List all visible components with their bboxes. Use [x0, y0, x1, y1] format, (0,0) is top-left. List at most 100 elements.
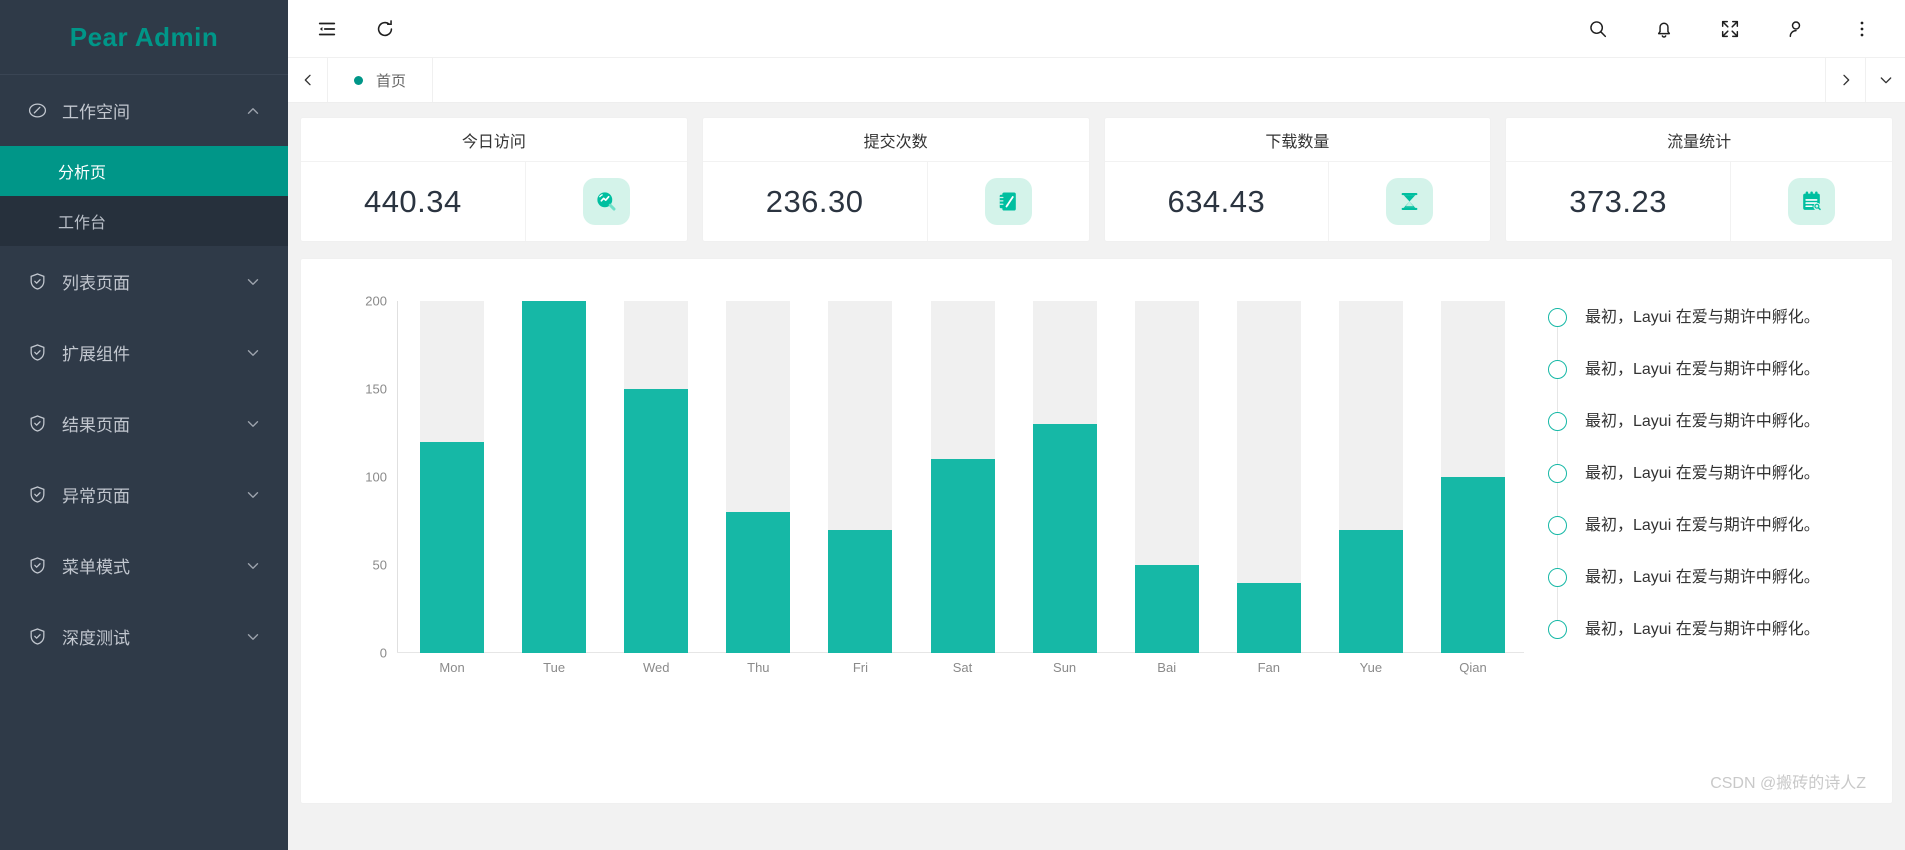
- sidebar-item-label: 列表页面: [62, 274, 130, 293]
- timeline-axis-line: [1557, 533, 1558, 571]
- sidebar-item-workspace[interactable]: 工作空间: [0, 75, 288, 146]
- y-axis: 200 150 100 50 0: [351, 294, 397, 661]
- bar-chart: 200 150 100 50 0 Mon Tue Wed Thu Fri Sat Sun Ba…: [301, 259, 1532, 803]
- x-axis-label: Fri: [852, 660, 868, 675]
- sidebar-item-menu-modes[interactable]: 菜单模式: [0, 530, 288, 601]
- bar-value: [726, 512, 791, 653]
- stat-card-icon-area: [1328, 162, 1490, 241]
- tab-home[interactable]: 首页: [328, 58, 434, 102]
- bar-group[interactable]: [503, 301, 605, 653]
- bar-group[interactable]: [1116, 301, 1218, 653]
- sidebar-item-label: 工作空间: [62, 103, 130, 122]
- stat-card-value: 634.43: [1167, 183, 1266, 219]
- timeline-dot-icon: [1548, 412, 1567, 431]
- chevron-down-icon: [1878, 72, 1894, 88]
- tab-scroll-right-button[interactable]: [1825, 58, 1865, 102]
- bar-group[interactable]: [911, 301, 1013, 653]
- bar-group[interactable]: [1422, 301, 1524, 653]
- timeline-item[interactable]: 最初，Layui 在爱与期许中孵化。: [1548, 619, 1868, 671]
- timeline-item[interactable]: 最初，Layui 在爱与期许中孵化。: [1548, 515, 1868, 571]
- tab-options-button[interactable]: [1865, 58, 1905, 102]
- chevron-down-icon: [244, 628, 262, 646]
- bar-group[interactable]: [809, 301, 911, 653]
- stat-card-traffic: 流量统计 373.23: [1505, 117, 1893, 242]
- stat-card-value: 236.30: [765, 183, 864, 219]
- stat-card-title: 流量统计: [1506, 118, 1892, 162]
- stat-card-submissions: 提交次数 236.30: [701, 117, 1090, 242]
- stat-card-body: 634.43: [1105, 162, 1491, 241]
- topbar: [288, 0, 1905, 58]
- search-icon[interactable]: [1585, 16, 1611, 42]
- bar-value: [1440, 477, 1505, 653]
- tab-list: 首页: [328, 58, 434, 102]
- shield-check-icon: [24, 482, 50, 508]
- x-axis-label: Yue: [1359, 660, 1383, 675]
- timeline-item-text: 最初，Layui 在爱与期许中孵化。: [1585, 621, 1820, 638]
- stat-card-icon-area: [524, 162, 687, 241]
- tab-scroll-left-button[interactable]: [288, 58, 328, 102]
- topbar-right-actions: [1585, 16, 1905, 42]
- menu-collapse-icon[interactable]: [314, 16, 340, 42]
- shield-check-icon: [24, 411, 50, 437]
- sidebar-item-exception-pages[interactable]: 异常页面: [0, 459, 288, 530]
- sidebar-item-console[interactable]: 工作台: [0, 196, 288, 246]
- stat-card-icon-area: [926, 162, 1089, 241]
- chevron-down-icon: [244, 557, 262, 575]
- sidebar-item-label: 菜单模式: [62, 558, 130, 577]
- timeline-dot-icon: [1548, 464, 1567, 483]
- stat-card-title: 今日访问: [301, 118, 687, 162]
- watermark-text: CSDN @搬砖的诗人Z: [1710, 775, 1866, 792]
- fullscreen-icon[interactable]: [1717, 16, 1743, 42]
- bar-group[interactable]: [1014, 301, 1116, 653]
- bar-group[interactable]: [707, 301, 809, 653]
- sidebar-item-analysis[interactable]: 分析页: [0, 146, 288, 196]
- bar-group[interactable]: [1320, 301, 1422, 653]
- timeline-item[interactable]: 最初，Layui 在爱与期许中孵化。: [1548, 463, 1868, 519]
- bar-value: [420, 441, 485, 653]
- refresh-icon[interactable]: [372, 16, 398, 42]
- chevron-down-icon: [244, 486, 262, 504]
- bar-group[interactable]: [1218, 301, 1320, 653]
- bar-chart-plot: 200 150 100 50 0 Mon Tue Wed Thu Fri Sat Sun Ba…: [351, 294, 1542, 681]
- stat-card-row: 今日访问 440.34 提交次数 236.30 下载数量 634.43 流量统计…: [300, 117, 1893, 242]
- timeline-item[interactable]: 最初，Layui 在爱与期许中孵化。: [1548, 411, 1868, 467]
- bar-value: [624, 389, 689, 653]
- sidebar-item-deep-test[interactable]: 深度测试: [0, 601, 288, 672]
- bar-group[interactable]: [605, 301, 707, 653]
- timeline-item[interactable]: 最初，Layui 在爱与期许中孵化。: [1548, 307, 1868, 363]
- sidebar-subitem-label: 工作台: [58, 215, 107, 232]
- chevron-down-icon: [244, 344, 262, 362]
- timeline-item-text: 最初，Layui 在爱与期许中孵化。: [1585, 309, 1820, 326]
- chart-search-icon: [582, 178, 630, 225]
- timeline-axis-line: [1557, 325, 1558, 363]
- more-vertical-icon[interactable]: [1849, 16, 1875, 42]
- x-axis-label: Thu: [747, 660, 770, 675]
- shield-check-icon: [24, 340, 50, 366]
- chevron-up-icon: [244, 102, 262, 120]
- bar-group[interactable]: [401, 301, 503, 653]
- timeline-axis-line: [1557, 481, 1558, 519]
- y-tick-label: 150: [365, 381, 387, 397]
- y-axis-line: [397, 301, 398, 653]
- sidebar-submenu-workspace: 分析页 工作台: [0, 146, 288, 246]
- shield-check-icon: [24, 553, 50, 579]
- dashboard-panel: 200 150 100 50 0 Mon Tue Wed Thu Fri Sat Sun Ba…: [300, 258, 1893, 804]
- timeline-item[interactable]: 最初，Layui 在爱与期许中孵化。: [1548, 359, 1868, 415]
- x-axis-label: Qian: [1459, 660, 1487, 675]
- tab-bar: 首页: [288, 58, 1905, 103]
- timeline-item[interactable]: 最初，Layui 在爱与期许中孵化。: [1548, 567, 1868, 623]
- y-tick-label: 100: [365, 469, 387, 485]
- timeline-item-text: 最初，Layui 在爱与期许中孵化。: [1585, 517, 1820, 534]
- sidebar-item-result-pages[interactable]: 结果页面: [0, 388, 288, 459]
- chevron-right-icon: [1838, 72, 1854, 88]
- sidebar-item-extensions[interactable]: 扩展组件: [0, 317, 288, 388]
- timeline-item-text: 最初，Layui 在爱与期许中孵化。: [1585, 361, 1820, 378]
- x-axis-label: Tue: [543, 660, 566, 675]
- x-axis-label: Bai: [1157, 660, 1177, 675]
- bar-value: [1032, 424, 1097, 653]
- tab-spacer: [433, 58, 1825, 102]
- stat-card-body: 440.34: [301, 162, 687, 241]
- user-icon[interactable]: [1783, 16, 1809, 42]
- bell-icon[interactable]: [1651, 16, 1677, 42]
- sidebar-item-list-pages[interactable]: 列表页面: [0, 246, 288, 317]
